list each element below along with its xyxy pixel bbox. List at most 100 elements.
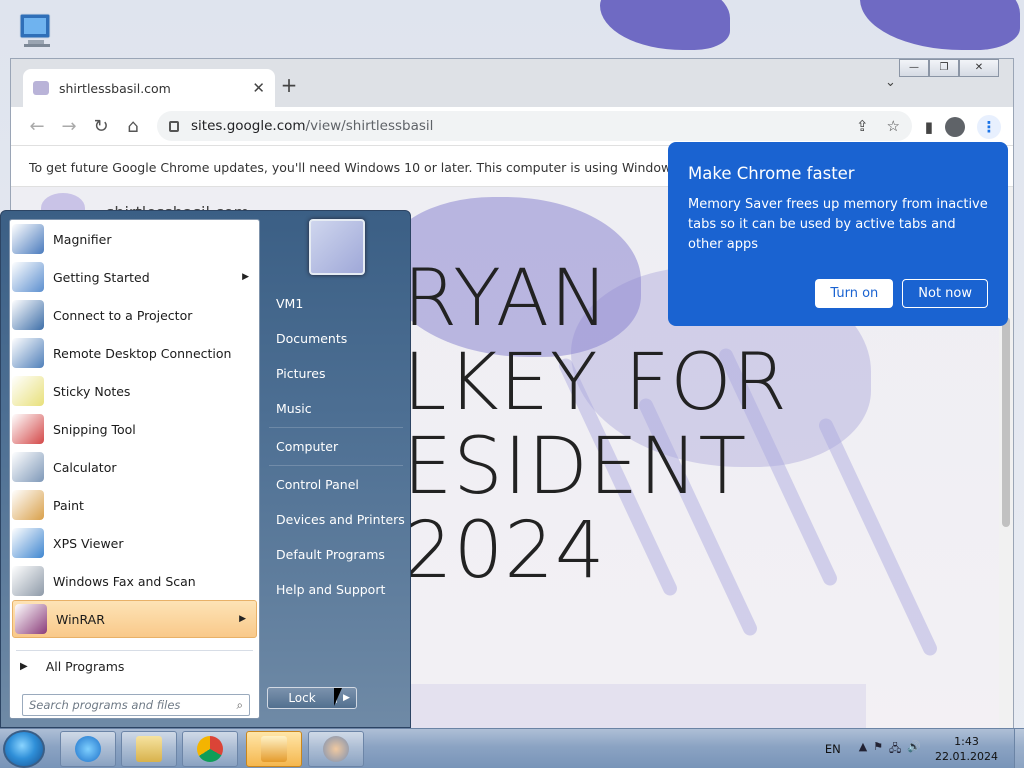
start-program-item[interactable]: XPS Viewer xyxy=(10,524,259,562)
program-label: Remote Desktop Connection xyxy=(53,345,232,361)
internet-explorer-icon xyxy=(75,736,101,762)
folder-icon xyxy=(136,736,162,762)
tab-strip: shirtlessbasil.com ✕ + ⌄ — ❐ ✕ xyxy=(11,59,1013,107)
system-tray: EN ▲ ⚑ 🖧 🔊 1:43 22.01.2024 xyxy=(825,729,1024,768)
start-program-item[interactable]: Magnifier xyxy=(10,220,259,258)
submenu-arrow-icon: ▶ xyxy=(239,614,246,624)
address-bar[interactable]: sites.google.com /view/shirtlessbasil ⇪ … xyxy=(157,111,912,141)
start-program-item[interactable]: Calculator xyxy=(10,448,259,486)
start-program-item[interactable]: Connect to a Projector xyxy=(10,296,259,334)
start-orb-button[interactable] xyxy=(3,730,45,768)
new-tab-button[interactable]: + xyxy=(277,73,301,97)
start-right-item[interactable]: Devices and Printers xyxy=(276,512,405,527)
infobar-text: To get future Google Chrome updates, you… xyxy=(29,160,694,175)
start-right-item[interactable]: Music xyxy=(276,401,312,416)
snipping-tool-icon xyxy=(12,414,44,444)
tab-title: shirtlessbasil.com xyxy=(59,80,171,96)
taskbar-media-player[interactable] xyxy=(246,731,302,767)
taskbar-internet-explorer[interactable] xyxy=(60,731,116,767)
start-right-item[interactable]: Control Panel xyxy=(276,477,359,492)
headline-line: LKEY FOR xyxy=(403,338,788,428)
volume-icon[interactable]: 🔊 xyxy=(907,740,921,759)
start-menu: Magnifier Getting Started ▶ Connect to a Pr… xyxy=(0,210,411,728)
turn-on-button[interactable]: Turn on xyxy=(815,279,894,308)
browser-tab[interactable]: shirtlessbasil.com ✕ xyxy=(23,69,275,107)
headline-line: ESIDENT xyxy=(403,422,748,512)
start-right-item[interactable]: VM1 xyxy=(276,296,303,311)
winrar-icon xyxy=(15,604,47,634)
tab-search-icon[interactable]: ⌄ xyxy=(885,75,896,90)
start-right-item[interactable]: Pictures xyxy=(276,366,326,381)
forward-icon[interactable]: → xyxy=(53,116,85,137)
taskbar-users-app[interactable] xyxy=(308,731,364,767)
program-label: Magnifier xyxy=(53,231,112,247)
browser-toolbar: ← → ↻ ⌂ sites.google.com /view/shirtless… xyxy=(11,107,1013,145)
tab-close-icon[interactable]: ✕ xyxy=(252,79,265,97)
chrome-menu-icon[interactable]: ⋮ xyxy=(977,115,1001,139)
arrow-right-icon: ▶ xyxy=(20,660,28,672)
computer-desktop-icon[interactable] xyxy=(14,10,60,54)
getting-started-icon xyxy=(12,262,44,292)
url-domain: sites.google.com xyxy=(191,118,306,134)
program-label: Sticky Notes xyxy=(53,383,131,399)
program-label: WinRAR xyxy=(56,611,105,627)
lock-button[interactable]: Lock ▶ xyxy=(267,687,357,709)
sticky-notes-icon xyxy=(12,376,44,406)
side-panel-icon[interactable]: ▮ xyxy=(925,118,933,136)
scrollbar-thumb[interactable] xyxy=(1002,317,1010,527)
start-program-item[interactable]: Getting Started ▶ xyxy=(10,258,259,296)
start-program-item[interactable]: Remote Desktop Connection xyxy=(10,334,259,372)
all-programs-label: All Programs xyxy=(45,658,125,674)
program-label: Getting Started xyxy=(53,269,150,285)
magnifier-icon xyxy=(12,224,44,254)
url-path: /view/shirtlessbasil xyxy=(305,118,434,134)
search-placeholder: Search programs and files xyxy=(29,698,181,712)
promo-body: Memory Saver frees up memory from inacti… xyxy=(688,197,988,252)
start-search-input[interactable]: Search programs and files ⌕ xyxy=(22,694,250,716)
start-program-item[interactable]: Paint xyxy=(10,486,259,524)
bookmark-star-icon[interactable]: ☆ xyxy=(887,117,900,135)
start-program-item[interactable]: Windows Fax and Scan xyxy=(10,562,259,600)
start-right-item[interactable]: Default Programs xyxy=(276,547,385,562)
start-right-item[interactable]: Documents xyxy=(276,331,347,346)
back-icon[interactable]: ← xyxy=(21,116,53,137)
close-window-button[interactable]: ✕ xyxy=(959,59,999,77)
language-indicator[interactable]: EN xyxy=(825,742,841,756)
start-program-item[interactable]: WinRAR ▶ xyxy=(12,600,257,638)
taskbar-chrome[interactable] xyxy=(182,731,238,767)
program-label: Connect to a Projector xyxy=(53,307,193,323)
show-hidden-icons-icon[interactable]: ▲ xyxy=(859,740,867,759)
promo-title: Make Chrome faster xyxy=(688,164,855,183)
start-program-item[interactable]: Sticky Notes xyxy=(10,372,259,410)
start-right-item[interactable]: Help and Support xyxy=(276,582,385,597)
user-account-picture[interactable] xyxy=(309,219,365,275)
restore-button[interactable]: ❐ xyxy=(929,59,959,77)
calculator-icon xyxy=(12,452,44,482)
not-now-button[interactable]: Not now xyxy=(902,279,988,308)
taskbar-explorer[interactable] xyxy=(121,731,177,767)
xps-viewer-icon xyxy=(12,528,44,558)
network-icon[interactable]: 🖧 xyxy=(889,740,901,759)
lock-label: Lock xyxy=(288,691,316,705)
program-label: XPS Viewer xyxy=(53,535,124,551)
submenu-arrow-icon: ▶ xyxy=(242,272,249,282)
action-center-icon[interactable]: ⚑ xyxy=(873,740,883,759)
all-programs-button[interactable]: ▶ All Programs xyxy=(10,650,259,682)
minimize-button[interactable]: — xyxy=(899,59,929,77)
program-label: Calculator xyxy=(53,459,117,475)
clock[interactable]: 1:43 22.01.2024 xyxy=(935,734,998,764)
share-icon[interactable]: ⇪ xyxy=(856,117,869,135)
paint-icon xyxy=(12,490,44,520)
chrome-icon xyxy=(197,736,223,762)
profile-avatar-icon[interactable] xyxy=(945,117,965,137)
home-icon[interactable]: ⌂ xyxy=(117,116,149,137)
window-controls: — ❐ ✕ xyxy=(899,59,999,77)
mouse-cursor-icon xyxy=(334,688,342,706)
start-program-item[interactable]: Snipping Tool xyxy=(10,410,259,448)
clock-date: 22.01.2024 xyxy=(935,750,998,763)
reload-icon[interactable]: ↻ xyxy=(85,116,117,137)
media-player-icon xyxy=(261,736,287,762)
start-right-item[interactable]: Computer xyxy=(276,439,338,454)
lock-icon[interactable] xyxy=(169,120,179,132)
show-desktop-button[interactable] xyxy=(1014,729,1024,768)
